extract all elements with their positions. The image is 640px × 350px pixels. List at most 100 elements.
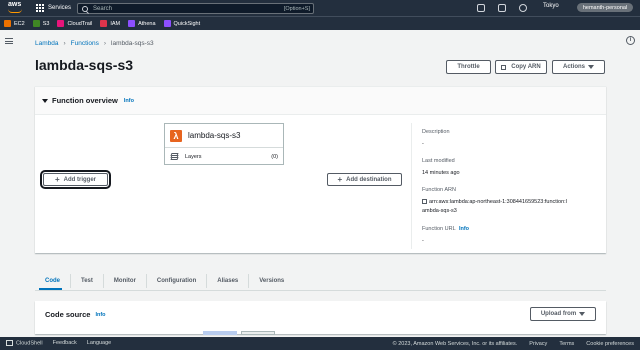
privacy-link[interactable]: Privacy	[529, 341, 547, 347]
copy-icon[interactable]	[422, 199, 427, 205]
actions-label: Actions	[562, 64, 585, 70]
function-url-field: Function URL Info -	[422, 226, 469, 246]
arn-line-1: arn:aws:lambda:ap-northeast-1:3084416595…	[429, 199, 567, 205]
aws-smile-icon	[8, 9, 22, 13]
favorite-iam[interactable]: IAM	[100, 20, 120, 27]
function-url-value: -	[422, 238, 424, 244]
favorite-label: S3	[42, 20, 50, 27]
plus-icon: +	[337, 174, 343, 184]
info-panel-icon[interactable]: i	[626, 36, 635, 45]
function-arn-label: Function ARN	[422, 187, 456, 193]
ec2-icon	[4, 20, 11, 27]
breadcrumb-functions[interactable]: Functions	[71, 40, 99, 47]
tabs-divider	[35, 290, 606, 291]
help-icon[interactable]	[519, 4, 527, 12]
function-overview-title: Function overview	[52, 96, 118, 105]
notifications-icon[interactable]	[498, 4, 506, 12]
layers-count: (0)	[271, 153, 278, 160]
breadcrumb-lambda[interactable]: Lambda	[35, 40, 59, 47]
services-menu[interactable]: Services	[36, 3, 71, 13]
info-link[interactable]: Info	[95, 312, 105, 318]
favorite-ec2[interactable]: EC2	[4, 20, 25, 27]
layers-label: Layers	[185, 153, 202, 160]
last-modified-field: Last modified 14 minutes ago	[422, 158, 460, 178]
tab-aliases[interactable]: Aliases	[207, 274, 250, 288]
caret-down-icon	[579, 312, 586, 316]
iam-icon	[100, 20, 108, 27]
function-name: lambda-sqs-s3	[188, 131, 241, 140]
upload-from-label: Upload from	[540, 311, 577, 317]
menu-icon[interactable]	[5, 38, 13, 44]
caret-down-icon	[42, 98, 48, 103]
tab-configuration[interactable]: Configuration	[147, 274, 208, 288]
function-url-header: Function URL Info	[422, 226, 469, 232]
add-destination-label: Add destination	[346, 176, 392, 183]
last-modified-label: Last modified	[422, 158, 455, 164]
favorite-athena[interactable]: Athena	[128, 20, 156, 27]
plus-icon: +	[54, 174, 60, 184]
favorite-label: EC2	[14, 20, 25, 27]
copy-arn-label: Copy ARN	[511, 64, 541, 70]
language-link[interactable]: Language	[87, 340, 111, 346]
cloudshell-icon[interactable]	[477, 4, 485, 12]
add-trigger-button[interactable]: + Add trigger	[40, 170, 111, 189]
function-arn-field: Function ARN arn:aws:lambda:ap-northeast…	[422, 187, 602, 216]
cloudtrail-icon	[57, 20, 65, 27]
cloudshell-link[interactable]: CloudShell	[6, 340, 43, 347]
description-label: Description	[422, 129, 450, 135]
services-label: Services	[48, 5, 72, 11]
tab-code[interactable]: Code	[35, 274, 71, 288]
search-icon	[82, 5, 88, 12]
function-arn-value[interactable]: arn:aws:lambda:ap-northeast-1:3084416595…	[422, 198, 602, 216]
grid-icon	[36, 4, 44, 12]
copy-arn-button[interactable]: Copy ARN	[495, 60, 547, 74]
chevron-right-icon: ›	[103, 40, 107, 47]
code-source-panel: Code source Info Upload from	[35, 301, 606, 335]
editor-toolbar-segment	[241, 331, 275, 335]
favorite-label: CloudTrail	[67, 20, 93, 27]
code-source-header: Code source Info	[45, 310, 106, 319]
info-link[interactable]: Info	[124, 98, 134, 104]
tab-monitor[interactable]: Monitor	[104, 274, 147, 288]
aws-logo-text: aws	[8, 1, 22, 8]
function-card-header: λ lambda-sqs-s3	[165, 124, 283, 148]
search-placeholder: Search	[93, 5, 113, 12]
function-card[interactable]: λ lambda-sqs-s3 Layers (0)	[164, 123, 284, 165]
add-destination-button[interactable]: + Add destination	[327, 173, 402, 186]
favorite-quicksight[interactable]: QuickSight	[163, 20, 200, 27]
tab-test[interactable]: Test	[71, 274, 104, 288]
upload-from-button[interactable]: Upload from	[530, 307, 596, 321]
feedback-link[interactable]: Feedback	[53, 340, 77, 346]
tab-bar: Code Test Monitor Configuration Aliases …	[35, 272, 294, 290]
terms-link[interactable]: Terms	[559, 341, 574, 347]
breadcrumb: Lambda › Functions › lambda-sqs-s3	[35, 40, 154, 47]
terminal-icon	[6, 340, 13, 347]
region-selector[interactable]: Tokyo	[543, 3, 559, 9]
chevron-right-icon: ›	[63, 40, 66, 47]
description-value: -	[422, 141, 424, 147]
layers-row[interactable]: Layers (0)	[165, 148, 283, 165]
search-input[interactable]: Search [Option+S]	[77, 3, 314, 14]
footer-left: CloudShell Feedback Language	[6, 340, 111, 347]
cookie-preferences-link[interactable]: Cookie preferences	[586, 341, 634, 347]
favorite-cloudtrail[interactable]: CloudTrail	[57, 20, 92, 27]
actions-button[interactable]: Actions	[552, 60, 605, 74]
favorite-s3[interactable]: S3	[32, 20, 50, 27]
description-field: Description -	[422, 129, 450, 149]
function-overview-panel: Function overview Info λ lambda-sqs-s3 L…	[35, 86, 606, 253]
athena-icon	[128, 20, 136, 27]
s3-icon	[32, 20, 40, 27]
editor-toolbar-segment	[203, 331, 237, 335]
arn-line-2: ambda-sqs-s3	[422, 208, 457, 214]
breadcrumb-current: lambda-sqs-s3	[111, 40, 154, 47]
info-link[interactable]: Info	[459, 226, 469, 232]
account-menu[interactable]: hemanth-personal	[577, 3, 633, 12]
panel-header[interactable]: Function overview Info	[35, 87, 606, 115]
throttle-button[interactable]: Throttle	[446, 60, 491, 74]
search-shortcut: [Option+S]	[283, 5, 310, 12]
tab-versions[interactable]: Versions	[249, 274, 294, 288]
last-modified-value: 14 minutes ago	[422, 170, 460, 176]
favorites-bar: EC2 S3 CloudTrail IAM Athena QuickSight	[0, 16, 640, 30]
aws-logo[interactable]: aws	[6, 1, 26, 14]
quicksight-icon	[163, 20, 171, 27]
